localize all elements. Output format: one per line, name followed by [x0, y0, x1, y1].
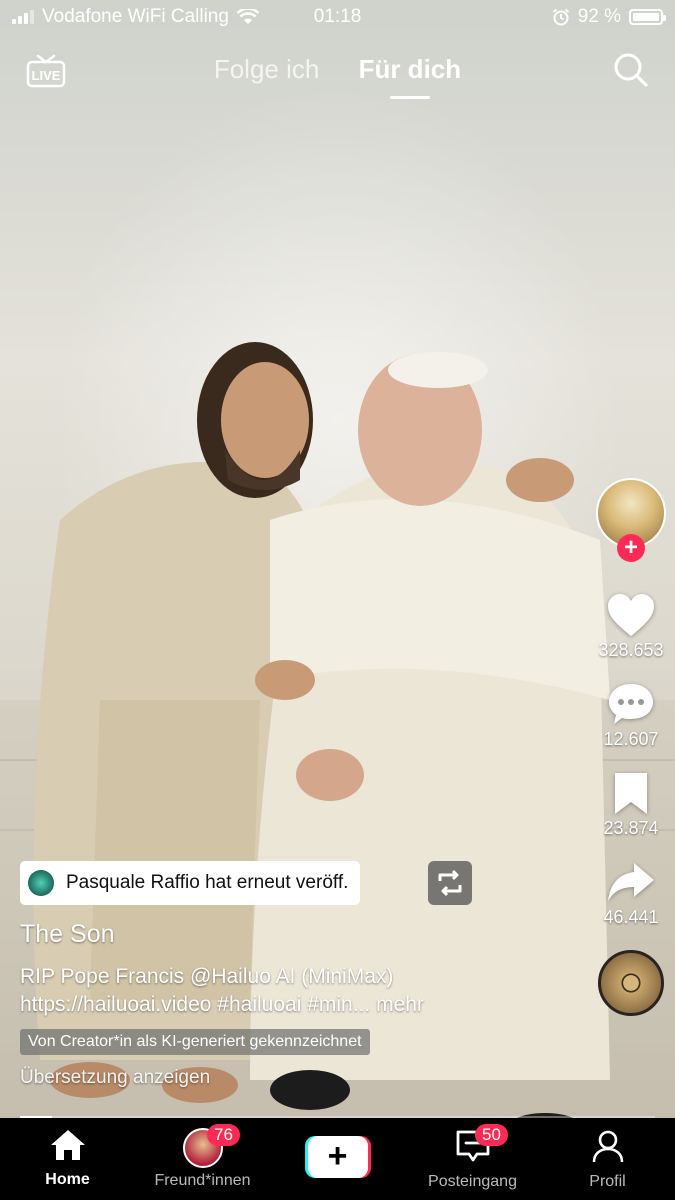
- save-action[interactable]: 23.874: [595, 770, 667, 839]
- top-nav: LIVE Folge ich Für dich: [0, 48, 675, 99]
- music-disc-icon[interactable]: [598, 950, 664, 1016]
- nav-profile[interactable]: Profil: [540, 1118, 675, 1200]
- nav-profile-label: Profil: [589, 1173, 626, 1190]
- nav-inbox-label: Posteingang: [428, 1173, 517, 1190]
- action-rail: + 328.653 12.607 23.874 46.441: [595, 478, 667, 1016]
- nav-create[interactable]: +: [270, 1118, 405, 1200]
- battery-percent: 92 %: [577, 6, 621, 27]
- ai-generated-label: Von Creator*in als KI-generiert gekennze…: [20, 1029, 370, 1055]
- share-action[interactable]: 46.441: [595, 859, 667, 928]
- creator-avatar[interactable]: +: [596, 478, 666, 562]
- like-count: 328.653: [598, 640, 664, 660]
- video-title: The Son: [20, 920, 115, 948]
- create-button[interactable]: +: [304, 1136, 371, 1178]
- video-caption: The Son RIP Pope Francis @Hailuo AI (Min…: [20, 920, 560, 1089]
- comment-count: 12.607: [603, 729, 659, 749]
- nav-home-label: Home: [45, 1171, 90, 1188]
- repost-button[interactable]: [428, 861, 472, 905]
- heart-icon[interactable]: [606, 592, 656, 638]
- description-line-1: RIP Pope Francis @Hailuo AI (MiniMax): [20, 965, 394, 988]
- tab-following[interactable]: Folge ich: [214, 54, 320, 85]
- battery-icon: [629, 9, 666, 25]
- alarm-icon: [552, 8, 569, 26]
- nav-friends[interactable]: 76 Freund*innen: [135, 1118, 270, 1200]
- tab-for-you[interactable]: Für dich: [359, 54, 461, 99]
- friends-badge: 76: [207, 1124, 240, 1146]
- reposter-avatar: [28, 870, 54, 896]
- profile-icon: [592, 1130, 623, 1163]
- share-arrow-icon[interactable]: [606, 859, 656, 905]
- plus-icon: +: [307, 1136, 368, 1178]
- like-action[interactable]: 328.653: [595, 592, 667, 661]
- bottom-nav: Home 76 Freund*innen + 50 Posteingang Pr…: [0, 1118, 675, 1200]
- repost-text: Pasquale Raffio hat erneut veröff.: [66, 872, 349, 893]
- nav-inbox[interactable]: 50 Posteingang: [405, 1118, 540, 1200]
- repost-banner[interactable]: Pasquale Raffio hat erneut veröff.: [20, 861, 361, 905]
- status-bar: Vodafone WiFi Calling 01:18 92 %: [0, 0, 675, 34]
- description-line-2: https://hailuoai.video #hailuoai #min...: [20, 993, 371, 1016]
- repost-icon: [438, 869, 462, 897]
- video-description[interactable]: RIP Pope Francis @Hailuo AI (MiniMax) ht…: [20, 963, 560, 1019]
- bookmark-icon[interactable]: [606, 770, 656, 816]
- home-icon: [50, 1130, 85, 1160]
- share-count: 46.441: [603, 907, 659, 927]
- comment-action[interactable]: 12.607: [595, 681, 667, 750]
- nav-friends-label: Freund*innen: [154, 1172, 251, 1189]
- comment-icon[interactable]: [606, 681, 656, 727]
- more-link[interactable]: mehr: [376, 993, 424, 1016]
- nav-home[interactable]: Home: [0, 1118, 135, 1200]
- follow-button[interactable]: +: [617, 534, 645, 562]
- translate-link[interactable]: Übersetzung anzeigen: [20, 1067, 560, 1089]
- search-icon[interactable]: [613, 52, 649, 88]
- inbox-badge: 50: [475, 1124, 508, 1146]
- save-count: 23.874: [603, 818, 659, 838]
